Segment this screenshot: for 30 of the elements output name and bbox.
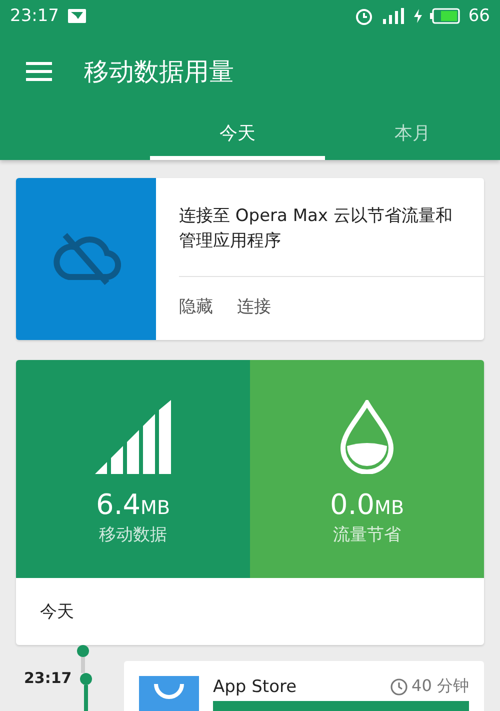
- image-notification-icon: [67, 8, 87, 24]
- timeline-dot: [77, 645, 89, 657]
- stat-value: 0.0: [330, 488, 375, 521]
- entry-time: 23:17: [23, 669, 73, 687]
- stat-unit: MB: [140, 497, 170, 519]
- menu-icon[interactable]: [26, 61, 52, 81]
- stat-label: 流量节省: [333, 524, 401, 546]
- app-name: App Store: [213, 676, 298, 696]
- status-time: 23:17: [10, 6, 59, 26]
- battery-icon: [430, 8, 460, 24]
- charging-icon: [414, 9, 422, 23]
- action-link[interactable]: 隐藏: [179, 295, 213, 318]
- water-drop-icon: [339, 400, 395, 474]
- signal-icon: [382, 7, 406, 25]
- tab[interactable]: 今天: [150, 110, 325, 160]
- stat-unit: MB: [374, 497, 404, 519]
- cloud-off-icon: [51, 233, 121, 285]
- alarm-icon: [354, 6, 374, 26]
- screen-title: 移动数据用量: [84, 56, 234, 88]
- clock-icon: [390, 678, 408, 696]
- promo-message: 连接至 Opera Max 云以节省流量和管理应用程序: [179, 178, 484, 277]
- stat-label: 移动数据: [99, 524, 167, 546]
- stat-value: 6.4: [96, 488, 141, 521]
- day-header: 今天: [40, 601, 74, 623]
- usage-duration: 40 分钟: [412, 676, 469, 697]
- action-link[interactable]: 连接: [237, 295, 271, 318]
- signal-bars-icon: [95, 400, 171, 474]
- battery-percent: 66: [468, 6, 490, 26]
- app-usage-card[interactable]: App Store 40 分钟: [124, 661, 484, 711]
- shopping-bag-icon: [139, 676, 199, 711]
